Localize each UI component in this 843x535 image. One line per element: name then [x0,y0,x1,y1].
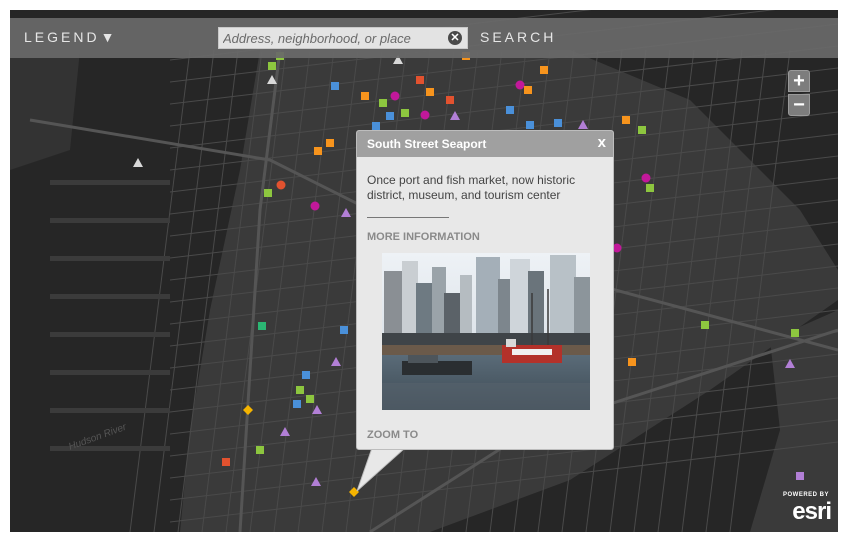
zoom-to-link[interactable]: ZOOM TO [367,429,418,441]
poi-marker[interactable] [390,91,400,101]
poi-marker[interactable] [540,66,548,74]
clear-icon[interactable]: ✕ [448,31,462,45]
poi-marker[interactable] [372,122,380,130]
poi-marker[interactable] [340,326,348,334]
info-popup: South Street Seaport x Once port and fis… [356,130,614,450]
seaport-photo [382,253,590,410]
more-information-link[interactable]: MORE INFORMATION [367,231,480,243]
poi-marker[interactable] [446,96,454,104]
poi-marker[interactable] [506,106,514,114]
poi-marker[interactable] [638,126,646,134]
legend-button[interactable]: LEGEND▼ [24,29,114,45]
poi-marker[interactable] [622,116,630,124]
search-button[interactable]: SEARCH [480,29,556,45]
poi-marker[interactable] [420,110,430,120]
poi-marker[interactable] [293,400,301,408]
popup-header: South Street Seaport x [357,131,613,157]
pier [50,332,170,337]
poi-marker[interactable] [326,139,334,147]
poi-marker[interactable] [554,119,562,127]
pier [50,218,170,223]
poi-marker[interactable] [641,173,651,183]
poi-marker[interactable] [524,86,532,94]
top-toolbar: LEGEND▼ ✕ SEARCH [10,18,838,58]
pier [50,294,170,299]
poi-marker[interactable] [361,92,369,100]
minus-icon[interactable]: − [788,94,810,116]
poi-marker[interactable] [314,147,322,155]
poi-marker[interactable] [791,329,799,337]
popup-description: Once port and fish market, now historic … [367,173,576,202]
poi-marker[interactable] [256,446,264,454]
chevron-down-icon: ▼ [100,29,115,45]
poi-marker[interactable] [646,184,654,192]
poi-marker[interactable] [796,472,804,480]
poi-marker[interactable] [401,109,409,117]
close-icon[interactable]: x [598,134,606,151]
poi-marker[interactable] [302,371,310,379]
poi-marker[interactable] [416,76,424,84]
poi-marker[interactable] [306,395,314,403]
poi-marker[interactable] [379,99,387,107]
map-application: Hudson River LEGEND▼ ✕ SEARCH + − South … [0,0,843,535]
poi-marker[interactable] [276,180,286,190]
pier [50,370,170,375]
poi-marker[interactable] [628,358,636,366]
plus-icon[interactable]: + [788,70,810,92]
poi-marker[interactable] [515,80,525,90]
search-input[interactable] [223,30,435,46]
poi-marker[interactable] [268,62,276,70]
poi-marker[interactable] [258,322,266,330]
poi-marker[interactable] [310,201,320,211]
legend-label: LEGEND [24,29,100,45]
poi-marker[interactable] [331,82,339,90]
popup-title: South Street Seaport [367,137,487,151]
poi-marker[interactable] [386,112,394,120]
esri-logo[interactable]: POWERED BY esri [773,490,835,530]
poi-marker[interactable] [426,88,434,96]
poi-marker[interactable] [526,121,534,129]
poi-marker[interactable] [701,321,709,329]
popup-divider [367,217,449,218]
pier [50,408,170,413]
pier [50,256,170,261]
search-field[interactable]: ✕ [218,27,468,49]
poi-marker[interactable] [222,458,230,466]
pier [50,180,170,185]
poi-marker[interactable] [264,189,272,197]
esri-brand: esri [792,498,832,525]
poi-marker[interactable] [296,386,304,394]
